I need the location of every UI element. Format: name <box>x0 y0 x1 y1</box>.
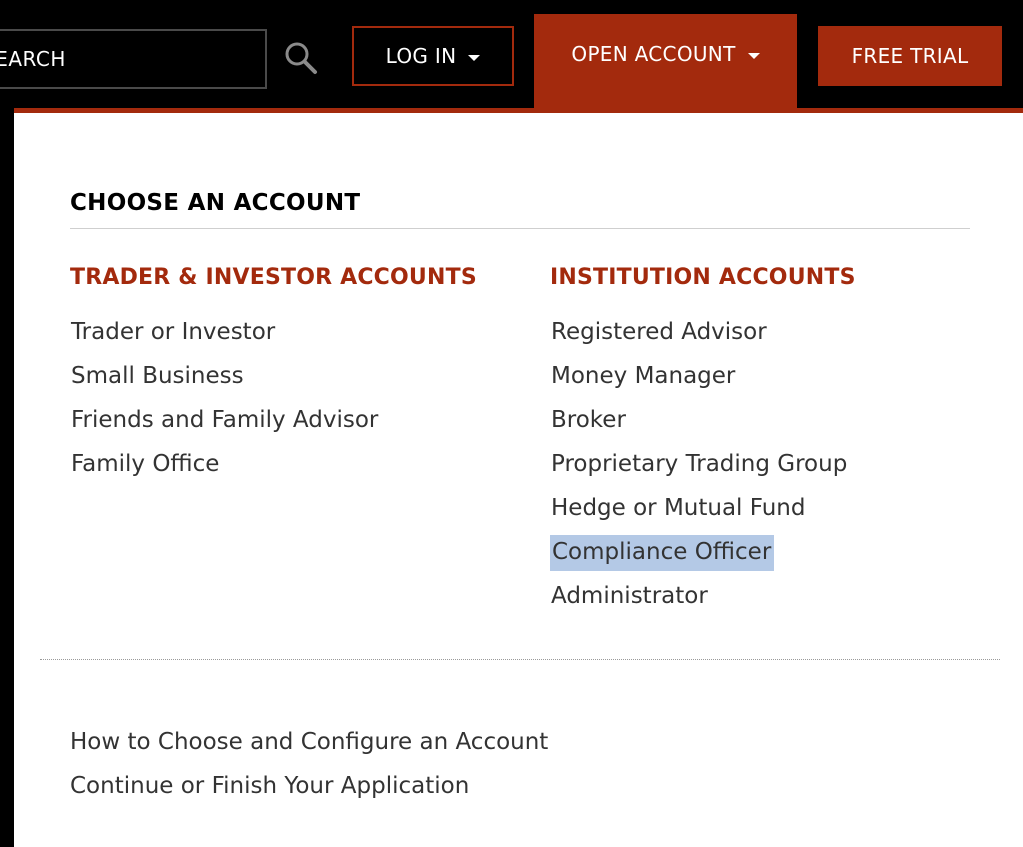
account-link-small-business[interactable]: Small Business <box>70 360 379 404</box>
account-link-registered-advisor[interactable]: Registered Advisor <box>550 316 848 360</box>
account-link-broker[interactable]: Broker <box>550 404 848 448</box>
account-link-money-manager[interactable]: Money Manager <box>550 360 848 404</box>
link-continue-application[interactable]: Continue or Finish Your Application <box>70 770 548 814</box>
free-trial-button-label: FREE TRIAL <box>851 44 969 68</box>
dropdown-top-rule <box>14 108 1023 113</box>
institution-heading: INSTITUTION ACCOUNTS <box>550 265 856 290</box>
trader-investor-heading: TRADER & INVESTOR ACCOUNTS <box>70 265 477 290</box>
account-link-compliance-officer[interactable]: Compliance Officer <box>550 535 848 580</box>
caret-down-icon <box>468 54 481 61</box>
link-how-to-choose-account[interactable]: How to Choose and Configure an Account <box>70 726 548 770</box>
dropdown-title: CHOOSE AN ACCOUNT <box>70 190 361 216</box>
top-nav-bar: LOG IN FREE TRIAL <box>0 0 1023 108</box>
search-input[interactable] <box>0 31 252 87</box>
account-link-family-office[interactable]: Family Office <box>70 448 379 492</box>
account-link-administrator[interactable]: Administrator <box>550 580 848 624</box>
caret-down-icon <box>747 52 760 59</box>
login-button[interactable]: LOG IN <box>352 26 514 86</box>
left-edge <box>0 108 14 847</box>
account-link-trader-investor[interactable]: Trader or Investor <box>70 316 379 360</box>
account-link-friends-family-advisor[interactable]: Friends and Family Advisor <box>70 404 379 448</box>
footer-links: How to Choose and Configure an Account C… <box>70 726 548 814</box>
search-icon[interactable] <box>283 40 319 76</box>
institution-list: Registered Advisor Money Manager Broker … <box>550 316 848 624</box>
account-link-hedge-mutual-fund[interactable]: Hedge or Mutual Fund <box>550 492 848 536</box>
open-account-button[interactable]: OPEN ACCOUNT <box>534 14 797 112</box>
trader-investor-list: Trader or Investor Small Business Friend… <box>70 316 379 492</box>
free-trial-button[interactable]: FREE TRIAL <box>818 26 1002 86</box>
search-box[interactable] <box>0 29 267 89</box>
account-link-proprietary-trading-group[interactable]: Proprietary Trading Group <box>550 448 848 492</box>
open-account-button-label: OPEN ACCOUNT <box>571 42 736 66</box>
page: LOG IN FREE TRIAL OPEN ACCOUNT CHOOSE AN… <box>0 0 1023 847</box>
dotted-divider <box>40 659 1000 660</box>
title-divider <box>70 228 970 229</box>
login-button-label: LOG IN <box>385 44 457 68</box>
